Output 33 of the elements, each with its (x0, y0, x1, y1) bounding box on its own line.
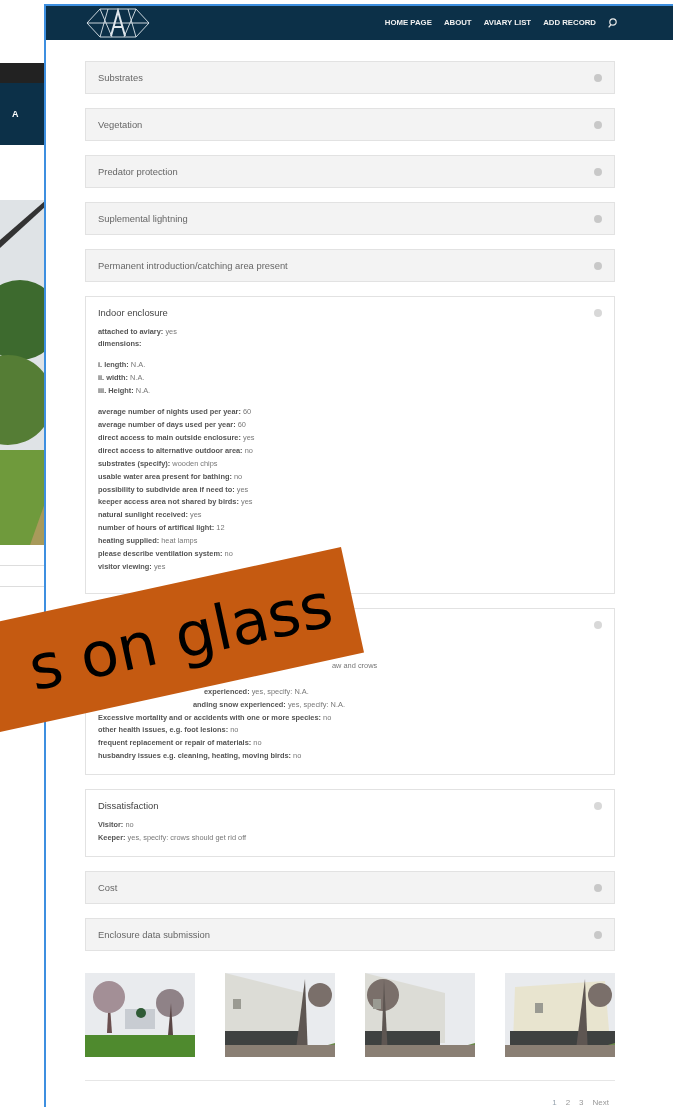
toggle-icon[interactable] (594, 120, 602, 129)
toggle-icon[interactable] (594, 214, 602, 223)
accordion-panel[interactable]: Predator protection (85, 154, 615, 188)
panel-title: Enclosure data submission (98, 929, 211, 940)
panel-title: Substrates (98, 71, 143, 83)
panel-title: Indoor enclosure (98, 306, 168, 318)
accordion-panel[interactable]: Permanent introduction/catching area present (85, 248, 615, 282)
panel-title: Dissatisfaction (98, 800, 159, 812)
accordion-panel[interactable]: Suplemental lightning (85, 201, 615, 235)
window-bar (0, 63, 46, 83)
accordion-panel[interactable]: Cost (85, 871, 615, 904)
toggle-icon[interactable] (594, 261, 602, 270)
panel-title: Predator protection (98, 165, 178, 177)
search-icon[interactable] (608, 17, 617, 28)
toggle-icon[interactable] (594, 884, 602, 892)
nav-link[interactable]: A (12, 109, 19, 119)
toggle-icon[interactable] (594, 73, 602, 82)
logo-icon[interactable] (86, 7, 150, 38)
panel-title: Suplemental lightning (98, 212, 188, 224)
accordion-panel[interactable]: Enclosure data submission (85, 918, 615, 951)
accordion-panel[interactable]: Substrates (85, 60, 615, 94)
toggle-icon[interactable] (594, 620, 602, 629)
panel-title: Cost (98, 882, 118, 893)
page-link[interactable]: 2 (565, 1098, 571, 1107)
toggle-icon[interactable] (594, 931, 602, 939)
toggle-icon[interactable] (594, 308, 602, 317)
page-link[interactable]: Next (592, 1098, 609, 1107)
panel-title: Permanent introduction/catching area present (98, 259, 288, 271)
toggle-icon[interactable] (594, 167, 602, 176)
accordion-panel[interactable]: Vegetation (85, 107, 615, 141)
page-link[interactable]: 3 (579, 1098, 584, 1107)
panel-title: Vegetation (98, 118, 143, 130)
toggle-icon[interactable] (594, 802, 602, 811)
